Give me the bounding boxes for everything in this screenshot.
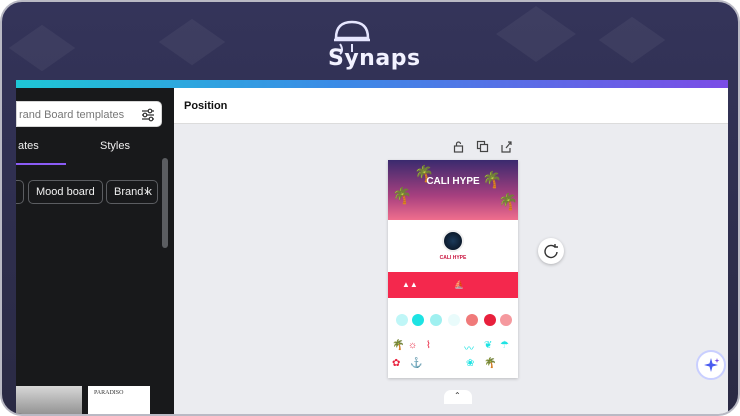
- palm-tree-icon: 🌴: [484, 358, 497, 369]
- duplicate-icon[interactable]: [476, 140, 489, 153]
- palm-tree-icon: 🌴: [392, 188, 412, 205]
- refresh-icon: [544, 244, 558, 259]
- magic-assistant-button[interactable]: [696, 350, 726, 380]
- design-page[interactable]: 🌴 🌴 🌴 🌴 CALI HYPE CALI HYPE ▲▲ ⛵ 🌴 ☼ ⌇ ✿…: [388, 160, 518, 378]
- decorative-cube: [8, 24, 76, 72]
- sun-icon: ☼: [408, 340, 418, 351]
- umbrella-icon: ☂: [500, 340, 509, 351]
- mountain-icon: ▲▲: [402, 280, 418, 289]
- palette-swatch: [396, 314, 408, 326]
- panel-scrollbar[interactable]: [162, 158, 168, 248]
- template-thumbnail[interactable]: PARADISO: [88, 386, 150, 414]
- profile-name: CALI HYPE: [439, 255, 467, 261]
- poster-hero: 🌴 🌴 🌴 🌴 CALI HYPE: [388, 160, 518, 220]
- chevron-up-icon: ⌃: [454, 391, 461, 400]
- decorative-cube: [496, 6, 576, 62]
- decorative-cube: [158, 18, 226, 66]
- gradient-top-bar: [16, 80, 728, 88]
- palette-swatch: [484, 314, 496, 326]
- chip-mood-board[interactable]: Mood board: [28, 180, 103, 204]
- sparkle-icon: [704, 358, 720, 372]
- palette-swatch: [500, 314, 512, 326]
- brand-name: Synaps: [328, 46, 421, 71]
- palette-swatch: [430, 314, 442, 326]
- editor-header: Position: [174, 88, 728, 124]
- surfboard-icon: ⌇: [426, 340, 431, 351]
- position-title[interactable]: Position: [184, 100, 227, 112]
- palm-tree-icon: 🌴: [392, 340, 405, 351]
- tab-styles[interactable]: Styles: [100, 140, 130, 152]
- app-frame: Synaps rand Board templates ates Styles: [0, 0, 740, 416]
- palm-tree-icon: 🌴: [498, 194, 518, 211]
- wave-icon: 〰: [464, 344, 474, 355]
- poster-title: CALI HYPE: [426, 176, 480, 187]
- palette-swatch: [448, 314, 460, 326]
- tab-templates[interactable]: ates: [18, 140, 39, 152]
- chip-brand-kit[interactable]: Brand k: [106, 180, 158, 204]
- chip-partial[interactable]: [16, 180, 24, 204]
- decorative-cube: [598, 16, 666, 64]
- shell-icon: ❀: [466, 358, 475, 369]
- sail-icon: ⛵: [454, 280, 464, 289]
- chevron-right-icon[interactable]: ›: [144, 184, 148, 198]
- template-side-panel: rand Board templates ates Styles Mood bo…: [16, 88, 174, 414]
- synaps-logo: Synaps: [322, 16, 432, 72]
- flower-icon: ✿: [392, 358, 401, 369]
- palette-swatch: [412, 314, 424, 326]
- editor-screen: rand Board templates ates Styles Mood bo…: [16, 80, 728, 414]
- anchor-icon: ⚓: [410, 358, 423, 369]
- leaf-icon: ❦: [484, 340, 493, 351]
- palette-swatch: [466, 314, 478, 326]
- template-thumbnail[interactable]: [16, 386, 82, 414]
- share-icon[interactable]: [500, 140, 513, 153]
- poster-red-band: ▲▲ ⛵: [388, 272, 518, 298]
- pages-toggle[interactable]: ⌃: [444, 390, 472, 404]
- canvas-area: Position 🌴 🌴 🌴 🌴 CALI HYPE CALI HYPE ▲▲ …: [174, 88, 728, 414]
- regenerate-button[interactable]: [538, 238, 564, 264]
- lock-icon[interactable]: [452, 140, 465, 153]
- active-tab-indicator: [16, 163, 66, 165]
- filter-sliders-icon[interactable]: [141, 108, 155, 122]
- search-placeholder: rand Board templates: [19, 109, 125, 121]
- thumbnail-title: PARADISO: [94, 390, 124, 396]
- template-search-input[interactable]: rand Board templates: [16, 101, 162, 127]
- profile-image: [442, 230, 464, 252]
